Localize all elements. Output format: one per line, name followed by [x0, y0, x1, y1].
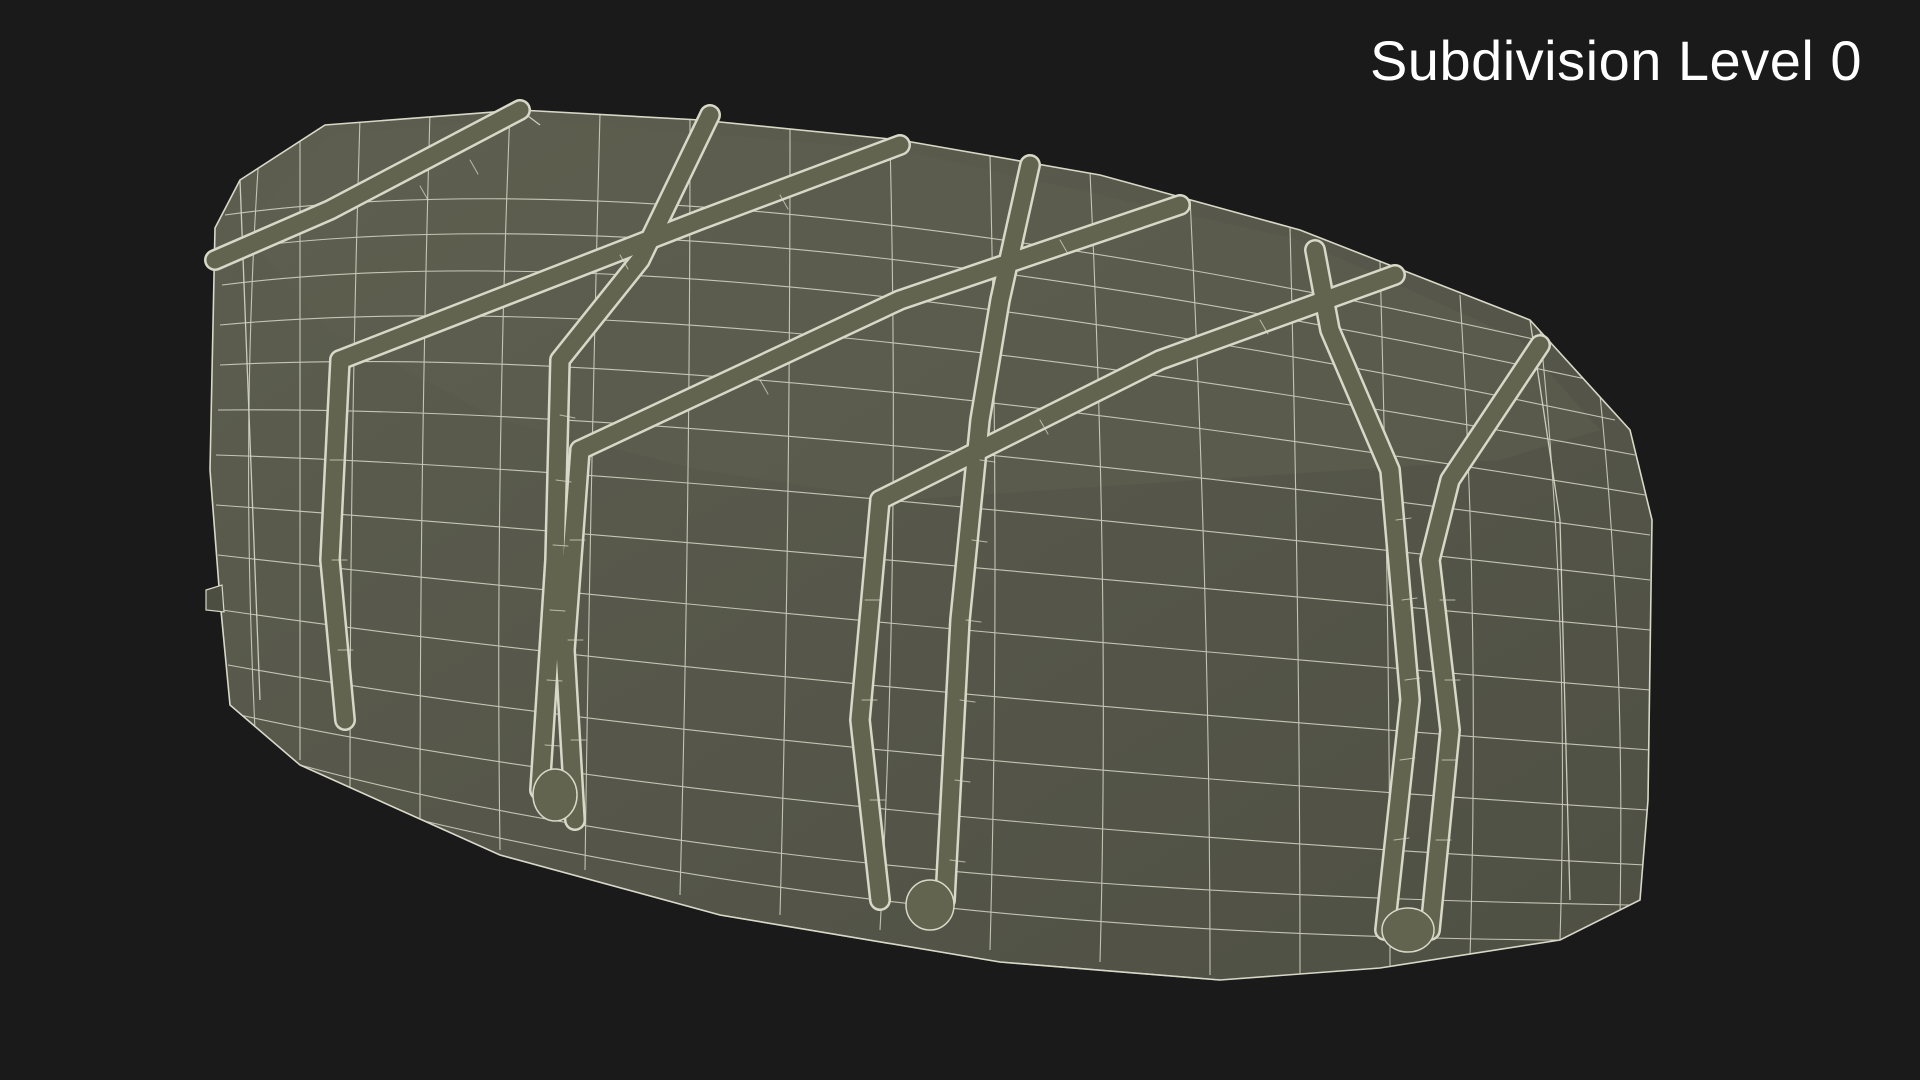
subdivision-level-label: Subdivision Level 0 — [1369, 29, 1862, 92]
wireframe-bale-model — [204, 99, 1653, 981]
render-viewport: Subdivision Level 0 — [0, 0, 1920, 1080]
